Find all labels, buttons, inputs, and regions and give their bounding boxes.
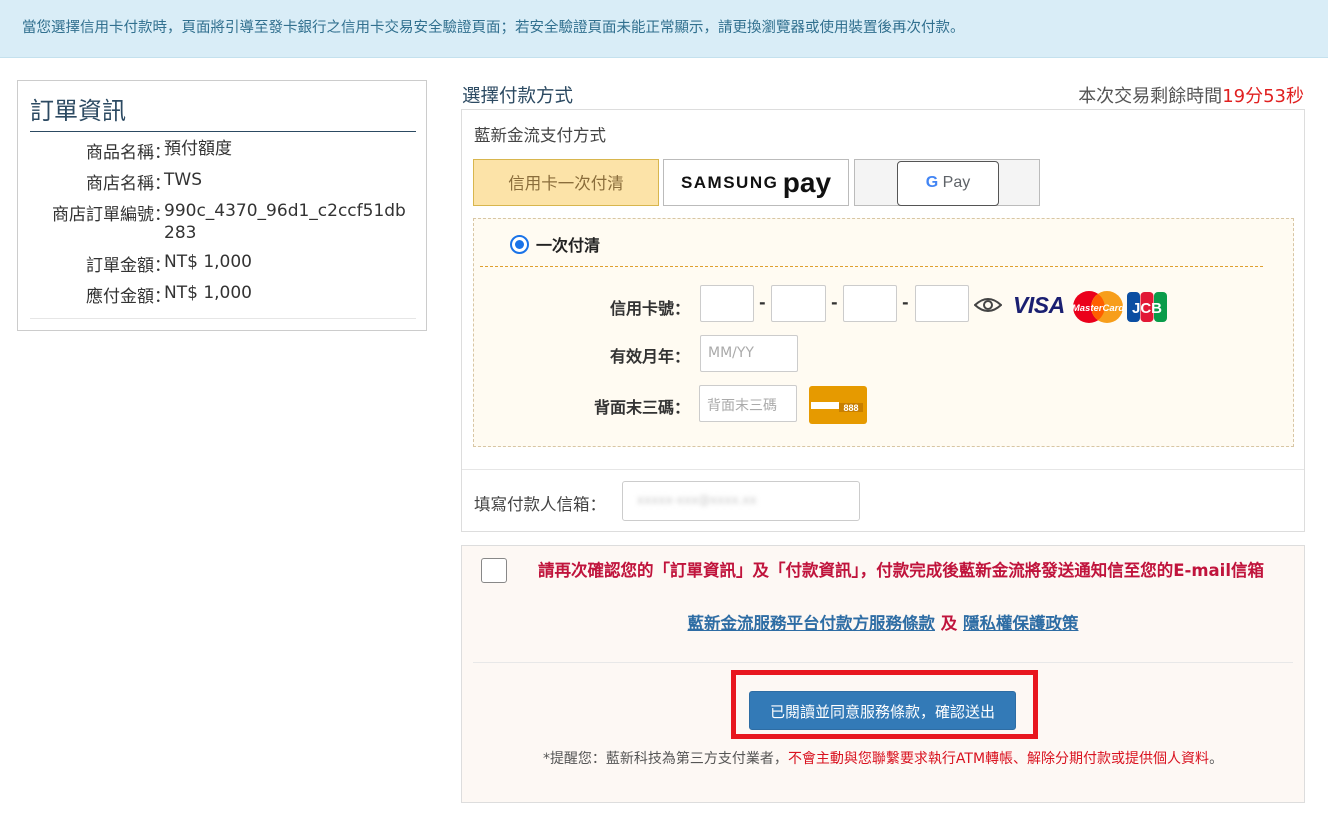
card-number-input-2[interactable] — [771, 285, 826, 322]
expiry-label: 有效月年： — [609, 347, 690, 366]
tab-google-pay[interactable]: G Pay — [854, 159, 1040, 206]
google-pay-logo: G Pay — [898, 174, 998, 192]
mastercard-logo: MasterCard — [1072, 291, 1124, 323]
order-info-title: 訂單資訊 — [30, 91, 416, 132]
payment-method-title: 選擇付款方式 — [462, 86, 574, 107]
cvc-input[interactable]: 背面末三碼 — [699, 385, 797, 422]
confirm-panel: 請再次確認您的「訂單資訊」及「付款資訊」，付款完成後藍新金流將發送通知信至您的E… — [461, 545, 1305, 803]
timer-minutes: 19分 — [1222, 86, 1264, 107]
email-value: xxxxx-xxx@xxxx.xx — [637, 493, 757, 507]
order-value: 990c_4370_96d1_c2ccf51db283 — [164, 201, 406, 243]
samsung-word: SAMSUNG — [680, 173, 779, 192]
order-info-panel: 訂單資訊 商品名稱： 預付額度 商店名稱： TWS 商店訂單編號： 990c_4… — [17, 80, 427, 331]
reminder-warning: 不會主動與您聯繫 — [787, 751, 900, 767]
notice-text: 當您選擇信用卡付款時，頁面將引導至發卡銀行之信用卡交易安全驗證頁面；若安全驗證頁… — [22, 20, 965, 36]
card-number-input-3[interactable] — [843, 285, 897, 322]
tab-samsung-pay[interactable]: SAMSUNG pay — [663, 159, 849, 206]
payment-box: 藍新金流支付方式 信用卡一次付清 SAMSUNG pay G Pay 一次付清 … — [461, 109, 1305, 532]
mastercard-text: MasterCard — [1072, 303, 1124, 314]
reminder-part: *提醒您：藍新科技為第三方支付業者， — [542, 751, 788, 767]
order-value: NT$ 1,000 — [164, 283, 252, 303]
order-label: 應付金額： — [86, 287, 171, 307]
terms-links: 藍新金流服務平台付款方服務條款 及 隱私權保護政策 — [462, 610, 1304, 634]
order-label: 商店訂單編號： — [52, 205, 171, 225]
order-label: 訂單金額： — [86, 256, 171, 276]
card-back-icon: 888 — [809, 386, 867, 424]
provider-label: 藍新金流支付方式 — [474, 126, 606, 145]
reminder-text: *提醒您：藍新科技為第三方支付業者，不會主動與您聯繫要求執行ATM轉帳、解除分期… — [462, 748, 1304, 768]
notice-banner: 當您選擇信用卡付款時，頁面將引導至發卡銀行之信用卡交易安全驗證頁面；若安全驗證頁… — [0, 0, 1328, 58]
email-input[interactable]: xxxxx-xxx@xxxx.xx — [622, 481, 860, 521]
privacy-link[interactable]: 隱私權保護政策 — [963, 614, 1079, 633]
submit-label: 已閱讀並同意服務條款，確認送出 — [769, 703, 995, 721]
google-pay-button[interactable]: G Pay — [897, 161, 999, 206]
order-value: 預付額度 — [164, 139, 232, 159]
order-label: 商店名稱： — [86, 174, 171, 194]
timer-seconds: 53秒 — [1263, 86, 1304, 107]
google-g-icon: G — [925, 174, 939, 191]
links-and: 及 — [935, 614, 963, 633]
tab-credit-card-label: 信用卡一次付清 — [508, 174, 624, 193]
submit-button[interactable]: 已閱讀並同意服務條款，確認送出 — [749, 691, 1016, 730]
timer-prefix: 本次交易剩餘時間 — [1078, 86, 1223, 107]
cvc-label: 背面末三碼： — [593, 398, 690, 417]
card-dash: - — [759, 293, 766, 312]
order-label: 商品名稱： — [86, 143, 171, 163]
one-time-radio[interactable] — [510, 235, 529, 254]
pay-word: pay — [782, 167, 832, 198]
gpay-word: Pay — [938, 174, 971, 191]
cvc-placeholder: 背面末三碼 — [707, 398, 777, 414]
confirm-divider — [473, 662, 1293, 663]
card-dash: - — [831, 293, 838, 312]
confirm-message: 請再次確認您的「訂單資訊」及「付款資訊」，付款完成後藍新金流將發送通知信至您的E… — [537, 561, 1264, 580]
countdown-timer: 本次交易剩餘時間19分53秒 — [1078, 82, 1304, 108]
order-divider — [30, 318, 416, 319]
visa-logo: VISA — [1013, 292, 1065, 318]
order-value: TWS — [164, 170, 202, 190]
cvc-sample: 888 — [843, 403, 858, 413]
eye-icon[interactable] — [974, 296, 1002, 314]
order-value: NT$ 1,000 — [164, 252, 252, 272]
reminder-end: 。 — [1209, 751, 1224, 767]
card-number-label: 信用卡號： — [609, 299, 690, 318]
jcb-logo: JCB — [1127, 292, 1167, 322]
form-divider — [480, 266, 1263, 267]
samsung-pay-logo: SAMSUNG pay — [664, 167, 848, 199]
terms-link[interactable]: 藍新金流服務平台付款方服務條款 — [688, 614, 936, 633]
card-number-input-4[interactable] — [915, 285, 969, 322]
one-time-label: 一次付清 — [536, 236, 601, 255]
email-divider — [462, 469, 1304, 470]
jcb-text: JCB — [1132, 300, 1162, 317]
expiry-placeholder: MM/YY — [708, 345, 754, 361]
reminder-warning: 要求執行ATM轉帳、解除分期付款或提供個人資料 — [899, 751, 1210, 767]
card-dash: - — [902, 293, 909, 312]
credit-card-form: 一次付清 信用卡號： - - - VISA MasterCard JCB 有效月… — [473, 218, 1294, 447]
agree-checkbox[interactable] — [481, 558, 507, 583]
card-number-input-1[interactable] — [700, 285, 754, 322]
tab-credit-card[interactable]: 信用卡一次付清 — [473, 159, 659, 206]
email-label: 填寫付款人信箱： — [474, 495, 606, 514]
expiry-input[interactable]: MM/YY — [700, 335, 798, 372]
